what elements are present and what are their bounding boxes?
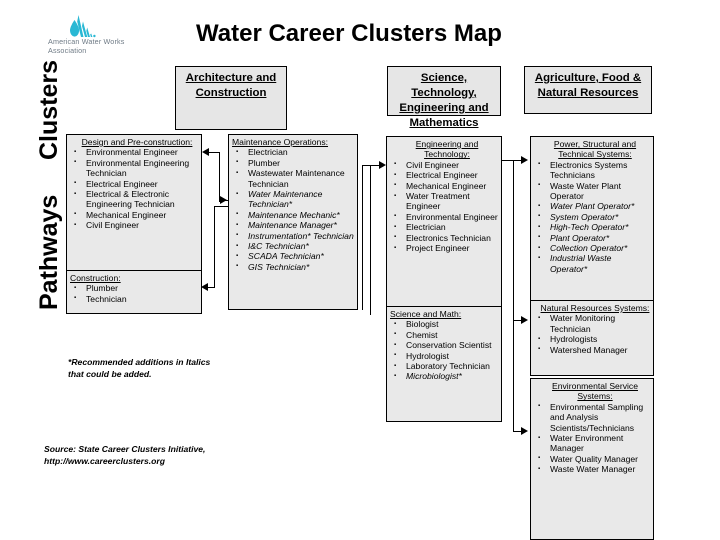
- list-item: Electrician: [232, 147, 354, 158]
- list-item: Microbiologist*: [390, 371, 498, 382]
- awwa-logo: American Water Works Association: [48, 14, 158, 56]
- list-item: Wastewater Maintenance Technician: [232, 168, 354, 189]
- awwa-logo-mark: [70, 15, 96, 38]
- pathway-list-power-structural-and-technical-systems: Electronics Systems Technicians Waste Wa…: [534, 159, 650, 274]
- pathway-box-engineering-and-technology[interactable]: Engineering and Technology: Civil Engine…: [386, 136, 502, 312]
- list-item: Collection Operator*: [534, 243, 650, 254]
- list-item: Electrician: [390, 222, 498, 233]
- list-item: Plumber: [70, 283, 198, 294]
- list-item: Watershed Manager: [534, 344, 650, 355]
- list-item: Environmental Engineer: [390, 211, 498, 222]
- pathway-heading-construction: Construction:: [70, 273, 121, 283]
- list-item: Electrical Engineer: [70, 178, 198, 189]
- axis-label-clusters: Clusters: [35, 59, 63, 160]
- list-item: Electronics Systems Technicians: [534, 159, 650, 181]
- pathway-box-natural-resources-systems[interactable]: Natural Resources Systems: Water Monitor…: [530, 300, 654, 376]
- pathway-box-maintenance-operations[interactable]: Maintenance Operations: Electrician Plum…: [228, 134, 358, 310]
- list-item: Environmental Engineering Technician: [70, 157, 198, 179]
- list-item: Chemist: [390, 329, 498, 340]
- cluster-label-science-technology-engineering-and-mathematics: Science, Technology, Engineering and Mat…: [399, 72, 489, 129]
- pathway-list-design-and-pre-construction: Environmental Engineer Environmental Eng…: [70, 147, 198, 231]
- list-item: Mechanical Engineer: [390, 180, 498, 191]
- cluster-box-architecture-and-construction[interactable]: Architecture and Construction: [175, 66, 287, 130]
- pathway-box-power-structural-and-technical-systems[interactable]: Power, Structural and Technical Systems:…: [530, 136, 654, 302]
- pathway-list-maintenance-operations: Electrician Plumber Wastewater Maintenan…: [232, 147, 354, 272]
- axis-label-pathways: Pathways: [35, 194, 63, 310]
- pathway-box-science-and-math[interactable]: Science and Math: Biologist Chemist Cons…: [386, 306, 502, 422]
- list-item: Maintenance Manager*: [232, 220, 354, 231]
- list-item: Environmental Sampling and Analysis Scie…: [534, 401, 650, 433]
- list-item: Maintenance Mechanic*: [232, 209, 354, 220]
- pathway-heading-science-and-math: Science and Math:: [390, 309, 462, 319]
- pathway-heading-design-and-pre-construction: Design and Pre-construction:: [81, 137, 193, 147]
- list-item: Civil Engineer: [70, 220, 198, 231]
- list-item: Hydrologists: [534, 334, 650, 345]
- list-item: Electrical & Electronic Engineering Tech…: [70, 189, 198, 210]
- list-item: Instrumentation* Technician: [232, 230, 354, 241]
- pathway-list-construction: Plumber Technician: [70, 283, 198, 304]
- list-item: Water Plant Operator*: [534, 201, 650, 212]
- pathway-heading-power-structural-and-technical-systems: Power, Structural and Technical Systems:: [553, 139, 637, 160]
- pathway-heading-engineering-and-technology: Engineering and Technology:: [415, 139, 479, 160]
- pathway-list-science-and-math: Biologist Chemist Conservation Scientist…: [390, 319, 498, 382]
- pathway-list-environmental-service-systems: Environmental Sampling and Analysis Scie…: [534, 401, 650, 475]
- pathway-box-construction[interactable]: Construction: Plumber Technician: [66, 270, 202, 314]
- cluster-box-science-technology-engineering-and-mathematics[interactable]: Science, Technology, Engineering and Mat…: [387, 66, 501, 129]
- list-item: GIS Technician*: [232, 261, 354, 272]
- pathway-heading-maintenance-operations: Maintenance Operations:: [232, 137, 329, 147]
- list-item: Water Monitoring Technician: [534, 313, 650, 334]
- list-item: Electrical Engineer: [390, 170, 498, 181]
- list-item: Water Quality Manager: [534, 453, 650, 464]
- list-item: Water Environment Manager: [534, 433, 650, 454]
- list-item: High-Tech Operator*: [534, 222, 650, 233]
- list-item: Water Maintenance Technician*: [232, 189, 354, 210]
- list-item: Conservation Scientist: [390, 340, 498, 351]
- list-item: Technician: [70, 293, 198, 304]
- list-item: Civil Engineer: [390, 159, 498, 170]
- list-item: Waste Water Plant Operator: [534, 180, 650, 202]
- list-item: I&C Technician*: [232, 241, 354, 252]
- list-item: Electronics Technician: [390, 232, 498, 243]
- list-item: Laboratory Technician: [390, 361, 498, 372]
- pathway-list-natural-resources-systems: Water Monitoring Technician Hydrologists…: [534, 313, 650, 355]
- list-item: Water Treatment Engineer: [390, 191, 498, 212]
- list-item: Project Engineer: [390, 243, 498, 254]
- page-title: Water Career Clusters Map: [196, 20, 502, 47]
- list-item: Plumber: [232, 157, 354, 168]
- cluster-label-agriculture-food-and-natural-resources: Agriculture, Food & Natural Resources: [534, 72, 642, 99]
- footnote-source: Source: State Career Clusters Initiative…: [44, 444, 206, 466]
- water-career-clusters-map-slide: American Water Works Association Water C…: [0, 0, 720, 540]
- list-item: Hydrologist: [390, 350, 498, 361]
- pathway-box-design-and-pre-construction[interactable]: Design and Pre-construction: Environment…: [66, 134, 202, 282]
- list-item: Waste Water Manager: [534, 464, 650, 475]
- list-item: System Operator*: [534, 211, 650, 222]
- pathway-heading-environmental-service-systems: Environmental Service Systems:: [552, 381, 638, 402]
- list-item: Plant Operator*: [534, 232, 650, 243]
- pathway-box-environmental-service-systems[interactable]: Environmental Service Systems: Environme…: [530, 378, 654, 540]
- awwa-logo-line2: Association: [48, 45, 87, 55]
- pathway-heading-natural-resources-systems: Natural Resources Systems:: [540, 303, 650, 313]
- awwa-logo-text: American Water Works Association: [48, 37, 160, 55]
- cluster-label-architecture-and-construction: Architecture and Construction: [185, 72, 277, 99]
- pathway-list-engineering-and-technology: Civil Engineer Electrical Engineer Mecha…: [390, 159, 498, 254]
- cluster-box-agriculture-food-and-natural-resources[interactable]: Agriculture, Food & Natural Resources: [524, 66, 652, 114]
- list-item: Environmental Engineer: [70, 147, 198, 158]
- list-item: Industrial Waste Operator*: [534, 253, 650, 274]
- list-item: Biologist: [390, 319, 498, 330]
- list-item: SCADA Technician*: [232, 251, 354, 262]
- list-item: Mechanical Engineer: [70, 209, 198, 220]
- footnote-recommended-additions: *Recommended additions in Italics that c…: [68, 357, 211, 379]
